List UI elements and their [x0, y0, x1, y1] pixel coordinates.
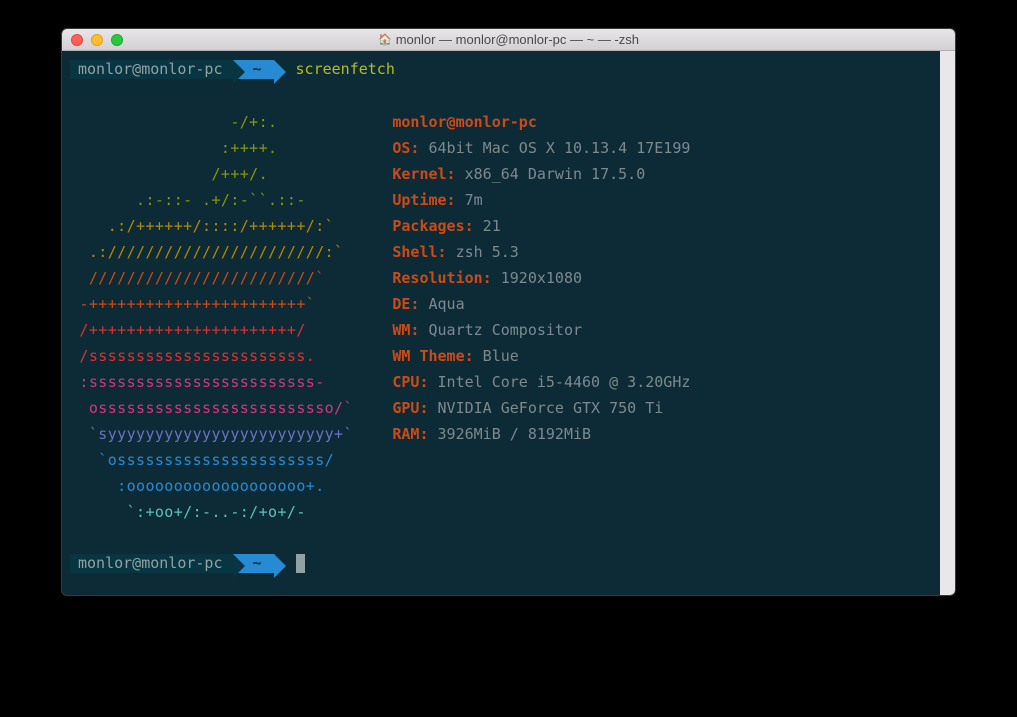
- ascii-l15: :ooooooooooooooooooo+.: [70, 477, 362, 495]
- prompt-line-1: monlor@monlor-pc ~ screenfetch: [70, 57, 947, 81]
- ascii-l4: .:-::- .+/:-``.::-: [70, 191, 362, 209]
- os-label: OS:: [392, 139, 419, 157]
- ram-label: RAM:: [392, 425, 428, 443]
- window-title: 🏠 monlor — monlor@monlor-pc — ~ — -zsh: [62, 32, 955, 47]
- de-value: Aqua: [428, 295, 464, 313]
- cpu-value: Intel Core i5-4460 @ 3.20GHz: [438, 373, 691, 391]
- terminal-window: 🏠 monlor — monlor@monlor-pc — ~ — -zsh m…: [61, 28, 956, 596]
- ascii-l16: `:+oo+/:-..-:/+o+/-: [70, 503, 362, 521]
- kernel-value: x86_64 Darwin 17.5.0: [465, 165, 646, 183]
- ascii-l5: .:/++++++/::::/++++++/:`: [70, 217, 362, 235]
- shell-value: zsh 5.3: [456, 243, 519, 261]
- traffic-lights: [62, 34, 123, 46]
- prompt-host: monlor@monlor-pc: [70, 60, 233, 79]
- close-icon[interactable]: [71, 34, 83, 46]
- kernel-label: Kernel:: [392, 165, 455, 183]
- de-label: DE:: [392, 295, 419, 313]
- ascii-l11: :ssssssssssssssssssssssss-: [70, 373, 362, 391]
- packages-value: 21: [483, 217, 501, 235]
- scrollbar[interactable]: [940, 51, 955, 595]
- minimize-icon[interactable]: [91, 34, 103, 46]
- ascii-l12: osssssssssssssssssssssssso/`: [70, 399, 362, 417]
- os-value: 64bit Mac OS X 10.13.4 17E199: [428, 139, 690, 157]
- uptime-value: 7m: [465, 191, 483, 209]
- ascii-l13: `syyyyyyyyyyyyyyyyyyyyyyyy+`: [70, 425, 362, 443]
- packages-label: Packages:: [392, 217, 473, 235]
- command-text: screenfetch: [296, 62, 395, 77]
- ascii-l10: /sssssssssssssssssssssss.: [70, 347, 362, 365]
- ascii-l7: ////////////////////////`: [70, 269, 362, 287]
- zoom-icon[interactable]: [111, 34, 123, 46]
- resolution-label: Resolution:: [392, 269, 491, 287]
- gpu-label: GPU:: [392, 399, 428, 417]
- ascii-l8: -+++++++++++++++++++++++`: [70, 295, 362, 313]
- shell-label: Shell:: [392, 243, 446, 261]
- prompt-line-2: monlor@monlor-pc ~: [70, 551, 947, 575]
- cpu-label: CPU:: [392, 373, 428, 391]
- terminal-body[interactable]: monlor@monlor-pc ~ screenfetch -/+:. :++…: [62, 51, 955, 595]
- wmtheme-value: Blue: [483, 347, 519, 365]
- home-icon: 🏠: [378, 33, 392, 46]
- system-info: monlor@monlor-pc OS: 64bit Mac OS X 10.1…: [392, 109, 690, 525]
- ascii-l6: .:///////////////////////:`: [70, 243, 362, 261]
- titlebar[interactable]: 🏠 monlor — monlor@monlor-pc — ~ — -zsh: [62, 29, 955, 51]
- ascii-l1: -/+:.: [70, 113, 362, 131]
- ascii-logo: -/+:. :++++. /+++/. .:-::- .+/:-``.::- .…: [70, 109, 362, 525]
- info-userhost: monlor@monlor-pc: [392, 113, 537, 131]
- ascii-l3: /+++/.: [70, 165, 362, 183]
- wm-label: WM:: [392, 321, 419, 339]
- gpu-value: NVIDIA GeForce GTX 750 Ti: [438, 399, 664, 417]
- window-title-text: monlor — monlor@monlor-pc — ~ — -zsh: [396, 32, 639, 47]
- ascii-l9: /++++++++++++++++++++++/: [70, 321, 362, 339]
- resolution-value: 1920x1080: [501, 269, 582, 287]
- cursor[interactable]: [296, 554, 305, 573]
- prompt-host-2: monlor@monlor-pc: [70, 554, 233, 573]
- wm-value: Quartz Compositor: [428, 321, 582, 339]
- ascii-l14: `ossssssssssssssssssssss/: [70, 451, 362, 469]
- screenfetch-output: -/+:. :++++. /+++/. .:-::- .+/:-``.::- .…: [70, 109, 947, 525]
- wmtheme-label: WM Theme:: [392, 347, 473, 365]
- uptime-label: Uptime:: [392, 191, 455, 209]
- ascii-l2: :++++.: [70, 139, 362, 157]
- ram-value: 3926MiB / 8192MiB: [438, 425, 592, 443]
